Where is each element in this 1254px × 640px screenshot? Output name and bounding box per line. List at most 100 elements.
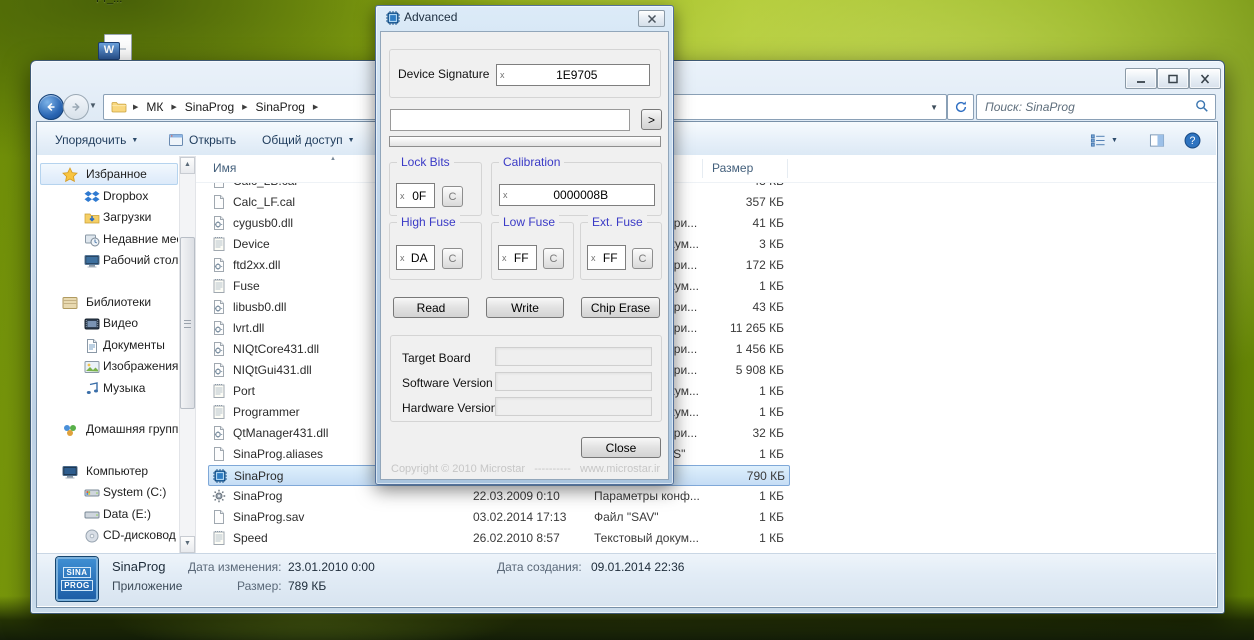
low-fuse-clear-button[interactable]: C: [543, 248, 564, 269]
table-row[interactable]: SinaProg.sav03.02.2014 17:13Файл "SAV"1 …: [208, 507, 788, 528]
calibration-field[interactable]: x 0000008B: [499, 184, 655, 206]
close-button[interactable]: [1189, 68, 1221, 89]
table-row[interactable]: Speed26.02.2010 8:57Текстовый докум...1 …: [208, 528, 788, 549]
sidebar-item-библиотеки[interactable]: Библиотеки: [38, 293, 178, 313]
message-field[interactable]: [390, 109, 630, 131]
lock-bits-group: Lock Bits x 0F C: [389, 162, 482, 216]
music-icon: [84, 381, 100, 397]
read-button-label: Read: [417, 301, 446, 315]
column-header-name[interactable]: Имя: [213, 161, 236, 175]
ext-fuse-field[interactable]: x FF: [587, 245, 626, 270]
page-icon: [211, 446, 227, 462]
search-icon[interactable]: [1195, 99, 1209, 118]
sidebar-item-cd-дисковод-f-[interactable]: CD-дисковод (F:): [38, 526, 178, 546]
sidebar-item-рабочий-стол[interactable]: Рабочий стол: [38, 251, 178, 271]
cd-icon: [84, 528, 100, 544]
lock-bits-field[interactable]: x 0F: [396, 183, 435, 208]
maximize-button[interactable]: [1157, 68, 1189, 89]
device-signature-field[interactable]: x 1E9705: [496, 64, 650, 86]
sidebar-item-изображения[interactable]: Изображения: [38, 357, 178, 377]
low-fuse-group: Low Fuse x FF C: [491, 222, 574, 280]
ext-fuse-clear-button[interactable]: C: [632, 248, 653, 269]
target-board-field[interactable]: [495, 347, 652, 366]
sidebar-item-музыка[interactable]: Музыка: [38, 379, 178, 399]
file-size: 41 КБ: [664, 216, 784, 230]
help-button[interactable]: ?: [1184, 131, 1201, 149]
column-header-size[interactable]: Размер: [712, 161, 753, 175]
ext-fuse-group: Ext. Fuse x FF C: [580, 222, 662, 280]
preview-pane-button[interactable]: [1148, 131, 1166, 149]
read-button[interactable]: Read: [393, 297, 469, 318]
status-size-label: Размер:: [237, 579, 282, 593]
word-logo: W: [98, 42, 120, 60]
file-size: 3 КБ: [664, 237, 784, 251]
file-size: 1 КБ: [664, 489, 784, 503]
minimize-button[interactable]: [1125, 68, 1157, 89]
sidebar-item-system-c-[interactable]: System (C:): [38, 483, 178, 503]
file-size: 172 КБ: [664, 258, 784, 272]
sidebar-item-избранное[interactable]: Избранное: [38, 165, 178, 185]
hardware-version-field[interactable]: [495, 397, 652, 416]
file-name: Calc_LF.cal: [233, 195, 295, 209]
high-fuse-field[interactable]: x DA: [396, 245, 435, 270]
sidebar-item-компьютер[interactable]: Компьютер: [38, 462, 178, 482]
high-fuse-clear-button[interactable]: C: [442, 248, 463, 269]
write-button[interactable]: Write: [486, 297, 564, 318]
sidebar-item-недавние-места[interactable]: Недавние места: [38, 230, 178, 250]
lock-bits-clear-button[interactable]: C: [442, 186, 463, 207]
breadcrumb-item[interactable]: SinaProg: [183, 100, 236, 114]
change-view-button[interactable]: ▼: [1090, 131, 1118, 149]
breadcrumb-item[interactable]: SinaProg: [254, 100, 307, 114]
software-version-label: Software Version: [402, 376, 493, 390]
gear-icon: [211, 488, 227, 504]
file-size: 32 КБ: [664, 426, 784, 440]
navigation-scrollbar[interactable]: ▲ ▼: [179, 156, 196, 554]
sidebar-item-data-e-[interactable]: Data (E:): [38, 505, 178, 525]
preview-pane-icon: [1148, 133, 1166, 148]
status-created-value: 09.01.2014 22:36: [591, 560, 684, 574]
share-menu-button[interactable]: Общий доступ▼: [262, 131, 355, 149]
sidebar-item-dropbox[interactable]: Dropbox: [38, 187, 178, 207]
page-icon: [211, 194, 227, 210]
page-txt-icon: [211, 383, 227, 399]
sidebar-item-домашняя-группа[interactable]: Домашняя группа: [38, 420, 178, 440]
calibration-value: 0000008B: [508, 188, 655, 202]
software-version-field[interactable]: [495, 372, 652, 391]
address-dropdown-icon[interactable]: ▼: [922, 103, 946, 112]
breadcrumb-item[interactable]: МК: [144, 100, 165, 114]
scroll-up-icon[interactable]: ▲: [180, 157, 195, 174]
search-input[interactable]: [983, 97, 1187, 117]
status-modified-value: 23.01.2010 0:00: [288, 560, 375, 574]
low-fuse-field[interactable]: x FF: [498, 245, 537, 270]
back-arrow-icon: [44, 100, 58, 114]
sidebar-item-видео[interactable]: Видео: [38, 314, 178, 334]
file-size: 357 КБ: [664, 195, 784, 209]
sort-ascending-icon: ▲: [330, 156, 336, 162]
pictures-icon: [84, 359, 100, 375]
scrollbar-thumb[interactable]: [180, 237, 195, 409]
sidebar-item-загрузки[interactable]: Загрузки: [38, 208, 178, 228]
file-date: 22.03.2009 0:10: [473, 489, 588, 503]
sidebar-item-документы[interactable]: Документы: [38, 336, 178, 356]
close-icon: [646, 14, 658, 24]
refresh-button[interactable]: [947, 94, 974, 120]
file-size: 1 456 КБ: [664, 342, 784, 356]
dialog-close-action-button[interactable]: Close: [581, 437, 661, 458]
expand-button[interactable]: >: [641, 109, 662, 130]
file-name: NIQtCore431.dll: [233, 342, 319, 356]
file-name: Port: [233, 384, 255, 398]
video-icon: [84, 316, 100, 332]
word-document-icon[interactable]: W: [98, 34, 134, 60]
organize-menu-button[interactable]: Упорядочить▼: [55, 131, 138, 149]
recent-pages-chevron[interactable]: ▼: [89, 101, 97, 110]
page-txt-icon: [211, 278, 227, 294]
open-button[interactable]: Открыть: [168, 131, 236, 149]
scroll-down-icon[interactable]: ▼: [180, 536, 195, 553]
back-button[interactable]: [38, 94, 64, 120]
breadcrumb-separator-icon: ▶: [165, 103, 182, 111]
forward-button[interactable]: [63, 94, 89, 120]
help-icon: ?: [1184, 132, 1201, 149]
dialog-close-button[interactable]: [638, 10, 665, 27]
table-row[interactable]: SinaProg22.03.2009 0:10Параметры конф...…: [208, 486, 788, 507]
chip-erase-button[interactable]: Chip Erase: [581, 297, 660, 318]
